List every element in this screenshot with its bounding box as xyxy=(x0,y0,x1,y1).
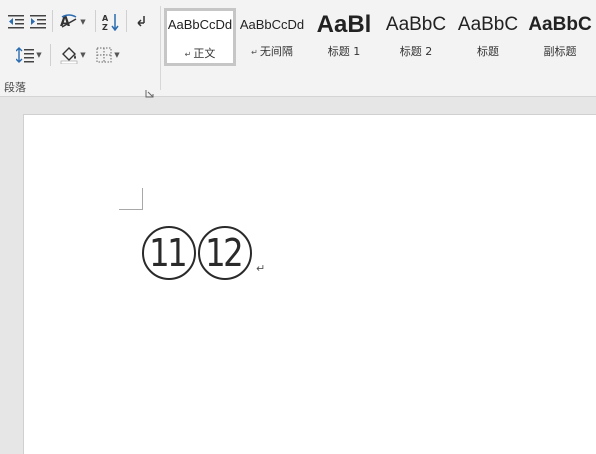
dialog-launcher-icon xyxy=(145,90,154,98)
tool-separator xyxy=(95,10,96,32)
tool-separator xyxy=(52,10,53,32)
style-name: ↵ 无间隔 xyxy=(251,45,293,58)
shading-button[interactable]: ▼ xyxy=(57,45,89,65)
circled-number-12: 12 xyxy=(198,226,252,280)
style-name: 标题 2 xyxy=(399,45,433,58)
chevron-down-icon: ▼ xyxy=(114,51,120,59)
ribbon: A ▼ A Z ▼ ▼ ▼ 段落 AaBbCcDd ↵ 正文 AaBbCcDd … xyxy=(0,0,596,98)
svg-text:Z: Z xyxy=(102,23,108,31)
svg-text:A: A xyxy=(102,14,109,23)
pilcrow-icon xyxy=(137,16,145,27)
chinese-layout-button[interactable]: A ▼ xyxy=(58,13,88,31)
style-preview: AaBbC xyxy=(385,14,447,35)
chinese-layout-icon: A xyxy=(60,14,77,30)
style-name: ↵ 正文 xyxy=(184,47,216,60)
margin-corner-mark xyxy=(119,188,143,210)
style-preview: AaBbCcDd xyxy=(239,17,305,32)
style-preview: AaBl xyxy=(316,11,372,38)
paragraph-marker-icon: ↵ xyxy=(251,48,258,57)
chevron-down-icon: ▼ xyxy=(80,51,86,59)
style-preview: AaBbCcDd xyxy=(167,17,233,32)
increase-indent-button[interactable] xyxy=(28,13,48,31)
group-divider xyxy=(160,6,161,90)
tool-separator xyxy=(126,10,127,32)
borders-button[interactable]: ▼ xyxy=(92,45,124,65)
paragraph-mark-icon: ↵ xyxy=(256,262,266,275)
tool-separator xyxy=(50,44,51,66)
borders-icon xyxy=(96,47,112,63)
show-paragraph-marks-button[interactable] xyxy=(131,13,151,31)
paragraph-marker-icon: ↵ xyxy=(184,50,192,59)
decrease-indent-button[interactable] xyxy=(6,13,26,31)
style-normal[interactable]: AaBbCcDd ↵ 正文 xyxy=(164,8,236,66)
sort-button[interactable]: A Z xyxy=(100,13,122,31)
styles-gallery: AaBbCcDd ↵ 正文 AaBbCcDd ↵ 无间隔 AaBl 标题 1 AaB… xyxy=(164,8,596,66)
paragraph-group: A ▼ A Z ▼ ▼ ▼ 段落 xyxy=(0,0,160,98)
line-spacing-button[interactable]: ▼ xyxy=(14,45,44,65)
line-spacing-icon xyxy=(16,47,35,63)
style-name: 标题 1 xyxy=(327,45,361,58)
style-preview: AaBbC xyxy=(457,14,519,35)
circled-number-11: 11 xyxy=(142,226,196,280)
style-subtitle[interactable]: AaBbC 副标题 xyxy=(524,8,596,66)
indent-icon xyxy=(30,15,46,29)
style-heading-1[interactable]: AaBl 标题 1 xyxy=(308,8,380,66)
style-preview: AaBbC xyxy=(528,14,592,35)
document-paragraph[interactable]: 11 12 ↵ xyxy=(142,225,265,281)
style-name: 副标题 xyxy=(543,45,577,58)
style-name: 标题 xyxy=(477,45,499,58)
document-page[interactable]: 11 12 ↵ xyxy=(23,114,596,454)
sort-icon: A Z xyxy=(102,14,119,31)
paragraph-dialog-launcher[interactable] xyxy=(145,83,154,98)
style-title[interactable]: AaBbC 标题 xyxy=(452,8,524,66)
chevron-down-icon: ▼ xyxy=(36,51,42,59)
paint-bucket-icon xyxy=(60,47,78,64)
document-canvas: 11 12 ↵ xyxy=(0,98,596,454)
style-no-spacing[interactable]: AaBbCcDd ↵ 无间隔 xyxy=(236,8,308,66)
chevron-down-icon: ▼ xyxy=(80,18,86,26)
paragraph-group-label: 段落 xyxy=(4,81,26,94)
style-heading-2[interactable]: AaBbC 标题 2 xyxy=(380,8,452,66)
outdent-icon xyxy=(8,15,24,29)
